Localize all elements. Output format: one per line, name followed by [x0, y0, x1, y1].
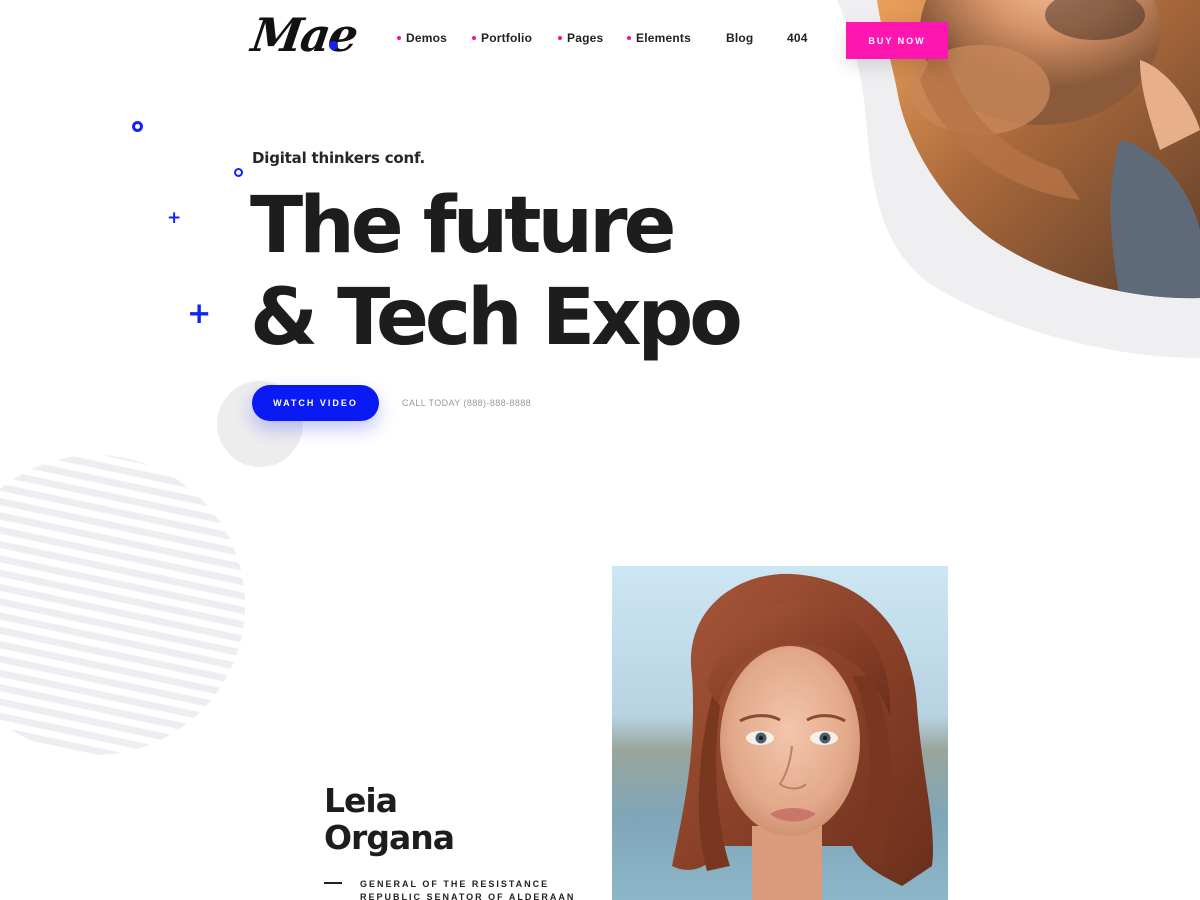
circle-outline-icon [132, 121, 143, 132]
speaker-name: Leia Organa [324, 781, 455, 857]
nav-dot-icon [558, 36, 562, 40]
nav-label: Demos [406, 31, 448, 45]
nav-dot-icon [397, 36, 401, 40]
striped-circle-decor [0, 455, 245, 755]
nav-item-portfolio[interactable]: Portfolio [472, 31, 532, 45]
headline-line-1: The future [250, 181, 676, 271]
speaker-role-line-2: REPUBLIC SENATOR OF ALDERAAN [360, 892, 576, 900]
logo[interactable]: Mae [248, 8, 360, 72]
nav-label: 404 [787, 31, 808, 45]
nav-label: Elements [636, 31, 691, 45]
nav-label: Pages [567, 31, 604, 45]
speaker-first-name: Leia [324, 781, 398, 820]
logo-dot-icon [329, 41, 338, 50]
nav-item-blog[interactable]: Blog [726, 31, 753, 45]
hero-headline: The future & Tech Expo [250, 180, 743, 364]
buy-now-button[interactable]: BUY NOW [846, 22, 948, 59]
speaker-role: GENERAL OF THE RESISTANCE REPUBLIC SENAT… [360, 878, 575, 900]
speaker-role-line-1: GENERAL OF THE RESISTANCE [360, 879, 550, 889]
nav-label: Blog [726, 31, 754, 45]
circle-outline-icon [234, 168, 243, 177]
nav-dot-icon [627, 36, 631, 40]
plus-icon: + [187, 296, 212, 330]
speaker-last-name: Organa [324, 818, 455, 857]
nav-item-demos[interactable]: Demos [397, 31, 447, 45]
speaker-photo [612, 566, 948, 900]
call-today-text: CALL TODAY (888)-888-8888 [402, 398, 532, 408]
plus-icon: + [167, 208, 182, 228]
nav-item-404[interactable]: 404 [787, 31, 808, 45]
watch-video-button[interactable]: WATCH VIDEO [252, 385, 379, 421]
speaker-dash-divider [324, 882, 342, 884]
logo-text: Mae [248, 8, 360, 62]
hero-eyebrow: Digital thinkers conf. [252, 149, 425, 167]
headline-line-2: & Tech Expo [250, 273, 743, 363]
nav-dot-icon [472, 36, 476, 40]
nav-item-pages[interactable]: Pages [558, 31, 603, 45]
nav-item-elements[interactable]: Elements [627, 31, 691, 45]
nav-label: Portfolio [481, 31, 533, 45]
